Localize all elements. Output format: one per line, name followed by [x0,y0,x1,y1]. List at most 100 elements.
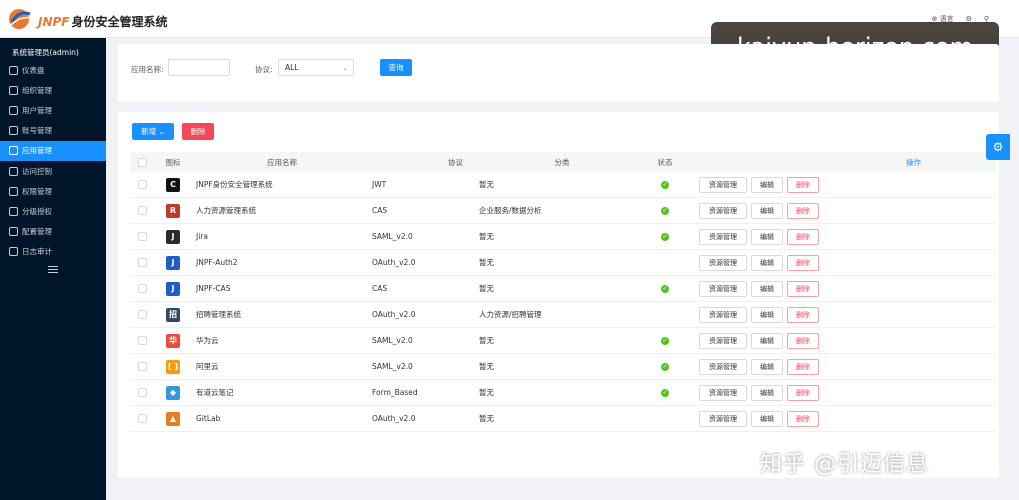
row-checkbox[interactable] [137,284,147,293]
check-circle-icon: ✓ [661,284,669,293]
edit-button[interactable]: 编辑 [751,358,783,375]
edit-button[interactable]: 编辑 [751,306,783,323]
chevron-down-icon: ⌄ [342,64,348,72]
edit-button[interactable]: 编辑 [751,176,783,193]
edit-button[interactable]: 编辑 [751,332,783,349]
resource-manage-button[interactable]: 资源管理 [699,254,747,271]
sidebar-item-label: 配置管理 [22,227,52,237]
row-ops: 资源管理 编辑 删除 [685,176,935,193]
row-category: 人力资源/招聘管理 [479,310,542,319]
row-checkbox[interactable] [137,232,147,241]
edit-button[interactable]: 编辑 [751,228,783,245]
row-status: ✓ [645,232,685,241]
row-protocol: OAuth_v2.0 [372,258,416,267]
table-row: J Jira SAML_v2.0 暂无 ✓ 资源管理 编辑 删除 [130,224,996,250]
resource-manage-button[interactable]: 资源管理 [699,384,747,401]
delete-button[interactable]: 删除 [787,254,819,271]
delete-button[interactable]: 删除 [787,306,819,323]
delete-button[interactable]: 删除 [787,384,819,401]
row-icon-cell: 华 [154,333,192,348]
sidebar-item-label: 组织管理 [22,85,52,95]
row-app-name: 有道云笔记 [196,388,234,397]
resource-manage-button[interactable]: 资源管理 [699,202,747,219]
row-checkbox-cell [130,336,154,345]
row-checkbox-cell [130,232,154,241]
sidebar-item-permissions[interactable]: 权限管理 [0,181,106,201]
edit-button[interactable]: 编辑 [751,410,783,427]
sidebar-item-org[interactable]: 组织管理 [0,80,106,100]
header-status: 状态 [657,157,673,167]
row-checkbox[interactable] [137,336,147,345]
sidebar-item-access-control[interactable]: 访问控制 [0,161,106,181]
row-category: 暂无 [479,414,494,423]
delete-button[interactable]: 删除 [787,228,819,245]
table-row: J JNPF-Auth2 OAuth_v2.0 暂无 资源管理 编辑 删除 [130,250,996,276]
access-icon [9,166,18,176]
delete-button[interactable]: 删除 [787,410,819,427]
table-row: J JNPF-CAS CAS 暂无 ✓ 资源管理 编辑 删除 [130,276,996,302]
sidebar-item-users[interactable]: 用户管理 [0,100,106,120]
collapse-menu-icon[interactable] [48,266,58,274]
sidebar-item-config[interactable]: 配置管理 [0,222,106,242]
table-header: 图标 应用名称 协议 分类 状态 操作 [130,152,996,172]
edit-button[interactable]: 编辑 [751,384,783,401]
sidebar-item-label: 日志审计 [22,247,52,257]
resource-manage-button[interactable]: 资源管理 [699,410,747,427]
settings-gear-icon[interactable]: ⚙ [986,134,1010,160]
row-ops: 资源管理 编辑 删除 [685,254,935,271]
sidebar-item-dashboard[interactable]: 仪表盘 [0,60,106,80]
resource-manage-button[interactable]: 资源管理 [699,228,747,245]
header-name: 应用名称 [267,157,297,167]
row-protocol: SAML_v2.0 [372,232,413,241]
row-checkbox[interactable] [137,310,147,319]
select-all-checkbox[interactable] [137,157,147,167]
delete-button[interactable]: 删除 [787,202,819,219]
app-name-input[interactable] [168,59,230,76]
delete-button[interactable]: 删除 [787,176,819,193]
row-icon-cell: C [154,177,192,192]
protocol-select-value: ALL [285,63,299,72]
delete-button[interactable]: 删除 [787,332,819,349]
brand-en: JNPF [38,15,70,29]
sidebar-item-apps[interactable]: 应用管理 [0,140,106,161]
gitlab-logo-icon: ▲ [166,411,180,426]
edit-button[interactable]: 编辑 [751,202,783,219]
row-checkbox[interactable] [137,362,147,371]
search-panel: 应用名称: 协议: ALL ⌄ 查询 [118,44,999,102]
row-checkbox-cell [130,284,154,293]
row-ops: 资源管理 编辑 删除 [685,202,935,219]
row-ops: 资源管理 编辑 删除 [685,306,935,323]
edit-button[interactable]: 编辑 [751,254,783,271]
table-row: 华 华为云 SAML_v2.0 暂无 ✓ 资源管理 编辑 删除 [130,328,996,354]
row-category: 暂无 [479,284,494,293]
bulk-delete-button[interactable]: 删除 [182,123,214,140]
add-button[interactable]: 新增 ⌄ [132,123,174,140]
row-checkbox[interactable] [137,180,147,189]
sidebar: 系统管理员(admin) 仪表盘 组织管理 用户管理 账号管理 应用管理 访问控… [0,38,106,500]
row-checkbox[interactable] [137,414,147,423]
org-icon [9,85,18,95]
row-category: 暂无 [479,388,494,397]
header-ops: 操作 [906,157,921,167]
resource-manage-button[interactable]: 资源管理 [699,176,747,193]
row-category: 暂无 [479,336,494,345]
sidebar-item-audit[interactable]: 日志审计 [0,242,106,262]
resource-manage-button[interactable]: 资源管理 [699,358,747,375]
resource-manage-button[interactable]: 资源管理 [699,332,747,349]
resource-manage-button[interactable]: 资源管理 [699,306,747,323]
row-checkbox[interactable] [137,206,147,215]
edit-button[interactable]: 编辑 [751,280,783,297]
row-icon-cell: R [154,203,192,218]
row-icon-cell: J [154,255,192,270]
delete-button[interactable]: 删除 [787,280,819,297]
protocol-select[interactable]: ALL ⌄ [278,59,354,76]
resource-manage-button[interactable]: 资源管理 [699,280,747,297]
sidebar-item-delegation[interactable]: 分级授权 [0,201,106,221]
query-button[interactable]: 查询 [380,59,412,76]
row-checkbox[interactable] [137,388,147,397]
app-table-panel: 新增 ⌄ 删除 图标 应用名称 协议 分类 状态 操作 C JNPF身份安全管理系… [118,112,999,478]
row-checkbox[interactable] [137,258,147,267]
sidebar-item-label: 访问控制 [22,166,52,176]
sidebar-item-accounts[interactable]: 账号管理 [0,121,106,141]
delete-button[interactable]: 删除 [787,358,819,375]
